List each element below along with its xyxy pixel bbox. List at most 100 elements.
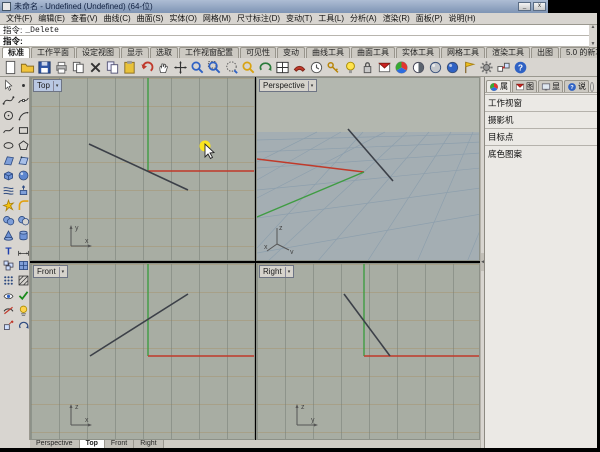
toolbar-tab-工作平面[interactable]: 工作平面: [31, 47, 75, 58]
surface-from-curves-icon[interactable]: [16, 153, 30, 167]
menu-说明(H)[interactable]: 说明(H): [445, 13, 478, 24]
explode-icon[interactable]: [1, 198, 15, 212]
group-objects-icon[interactable]: [1, 258, 15, 272]
menu-文件(F)[interactable]: 文件(F): [3, 13, 35, 24]
cone-icon[interactable]: [1, 228, 15, 242]
save-file-icon[interactable]: [36, 59, 52, 75]
viewport-tab-top[interactable]: Top: [79, 440, 105, 448]
copy-icon[interactable]: [104, 59, 120, 75]
extrude-curve-icon[interactable]: [16, 183, 30, 197]
array-rectangular-icon[interactable]: [1, 273, 15, 287]
toolbar-tab-工作视窗配置[interactable]: 工作视窗配置: [179, 47, 239, 58]
toolbar-tab-出图[interactable]: 出图: [531, 47, 559, 58]
viewport-menu-caret-icon[interactable]: ▾: [307, 80, 313, 91]
menu-渲染(R)[interactable]: 渲染(R): [380, 13, 413, 24]
boolean-difference-icon[interactable]: [16, 213, 30, 227]
viewport-right[interactable]: Right ▾ z y: [256, 263, 480, 440]
scroll-up-icon[interactable]: ▲: [589, 25, 597, 30]
key-icon[interactable]: [325, 59, 341, 75]
toolbar-tab-设定视图[interactable]: 设定视图: [76, 47, 120, 58]
hide-objects-icon[interactable]: [1, 303, 15, 317]
viewport-menu-caret-icon[interactable]: ▾: [52, 80, 58, 91]
check-geometry-icon[interactable]: [16, 288, 30, 302]
menu-分析(A)[interactable]: 分析(A): [347, 13, 380, 24]
control-point-curve-icon[interactable]: [1, 93, 15, 107]
paste-icon[interactable]: [121, 59, 137, 75]
hatch-icon[interactable]: [16, 273, 30, 287]
light-bulb-icon[interactable]: [342, 59, 358, 75]
toolbar-tab-曲线工具[interactable]: 曲线工具: [306, 47, 350, 58]
move-objects-icon[interactable]: [1, 318, 15, 332]
rendered-viewport-icon[interactable]: [444, 59, 460, 75]
named-view-icon[interactable]: [291, 59, 307, 75]
menu-曲面(S)[interactable]: 曲面(S): [134, 13, 167, 24]
ghosted-viewport-icon[interactable]: [427, 59, 443, 75]
toolbar-tab-选取[interactable]: 选取: [150, 47, 178, 58]
delete-icon[interactable]: [87, 59, 103, 75]
layer-state-icon[interactable]: [376, 59, 392, 75]
panel-tab-说[interactable]: ? 说: [564, 80, 589, 92]
viewport-top-title[interactable]: Top ▾: [33, 79, 63, 92]
boolean-union-icon[interactable]: [1, 213, 15, 227]
menu-查看(V)[interactable]: 查看(V): [68, 13, 101, 24]
print-icon[interactable]: [53, 59, 69, 75]
toolbar-tab-标准[interactable]: 标准: [2, 47, 30, 58]
new-file-icon[interactable]: [2, 59, 18, 75]
toolbar-tab-5.0 的新功能[interactable]: 5.0 的新功能: [560, 47, 597, 58]
help-icon[interactable]: ?: [512, 59, 528, 75]
toolbar-tab-渲染工具[interactable]: 渲染工具: [486, 47, 530, 58]
zoom-extents-icon[interactable]: [240, 59, 256, 75]
lamp-render-icon[interactable]: [16, 303, 30, 317]
cylinder-icon[interactable]: [16, 228, 30, 242]
single-point-icon[interactable]: [16, 78, 30, 92]
flag-icon[interactable]: [461, 59, 477, 75]
viewport-perspective[interactable]: Perspective ▾ z x y: [256, 77, 480, 261]
menu-面板(P)[interactable]: 面板(P): [413, 13, 446, 24]
line-object[interactable]: [343, 293, 391, 357]
toolbar-tab-可见性[interactable]: 可见性: [240, 47, 276, 58]
panel-tab-图[interactable]: 图: [512, 80, 537, 92]
box-icon[interactable]: [1, 168, 15, 182]
toolbar-tab-网格工具[interactable]: 网格工具: [441, 47, 485, 58]
viewport-tab-front[interactable]: Front: [104, 440, 135, 448]
surface-3pt-icon[interactable]: [1, 153, 15, 167]
block-instance-icon[interactable]: [16, 258, 30, 272]
menu-变动(T)[interactable]: 变动(T): [283, 13, 315, 24]
viewport-tab-right[interactable]: Right: [134, 440, 164, 448]
title-bar[interactable]: 未命名 - Undefined (Undefined) (64-位) _ x: [0, 0, 548, 13]
viewport-tab-perspective[interactable]: Perspective: [30, 440, 80, 448]
circle-center-icon[interactable]: [1, 108, 15, 122]
lock-icon[interactable]: [359, 59, 375, 75]
select-pointer-icon[interactable]: [1, 78, 15, 92]
toolbar-tab-变动[interactable]: 变动: [277, 47, 305, 58]
command-input-line[interactable]: 指令:: [0, 36, 589, 47]
line-object[interactable]: [88, 143, 189, 191]
color-wheel-icon[interactable]: [393, 59, 409, 75]
viewport-menu-caret-icon[interactable]: ▾: [284, 266, 290, 277]
curve-through-points-icon[interactable]: [16, 93, 30, 107]
freeform-curve-icon[interactable]: [1, 123, 15, 137]
options-gear-icon[interactable]: [478, 59, 494, 75]
polygon-icon[interactable]: [16, 138, 30, 152]
text-object-icon[interactable]: T: [1, 243, 15, 257]
history-icon[interactable]: [308, 59, 324, 75]
arc-3pt-icon[interactable]: [16, 108, 30, 122]
loft-surface-icon[interactable]: [1, 183, 15, 197]
menu-实体(O)[interactable]: 实体(O): [166, 13, 200, 24]
minimize-button[interactable]: _: [518, 2, 531, 11]
viewport-top[interactable]: Top ▾ y x: [30, 77, 255, 261]
viewport-front-title[interactable]: Front ▾: [33, 265, 69, 278]
toolbar-tab-实体工具[interactable]: 实体工具: [396, 47, 440, 58]
rotate-objects-icon[interactable]: [16, 318, 30, 332]
viewport-front[interactable]: Front ▾ z x: [30, 263, 255, 440]
paint-visibility-icon[interactable]: [1, 288, 15, 302]
panel-tab-显[interactable]: 显: [538, 80, 563, 92]
ellipse-icon[interactable]: [1, 138, 15, 152]
viewport-layout-icon[interactable]: [274, 59, 290, 75]
menu-曲线(C)[interactable]: 曲线(C): [101, 13, 134, 24]
zoom-selected-icon[interactable]: [223, 59, 239, 75]
sphere-icon[interactable]: [16, 168, 30, 182]
menu-编辑(E)[interactable]: 编辑(E): [35, 13, 68, 24]
undo-icon[interactable]: [138, 59, 154, 75]
zoom-window-icon[interactable]: [206, 59, 222, 75]
